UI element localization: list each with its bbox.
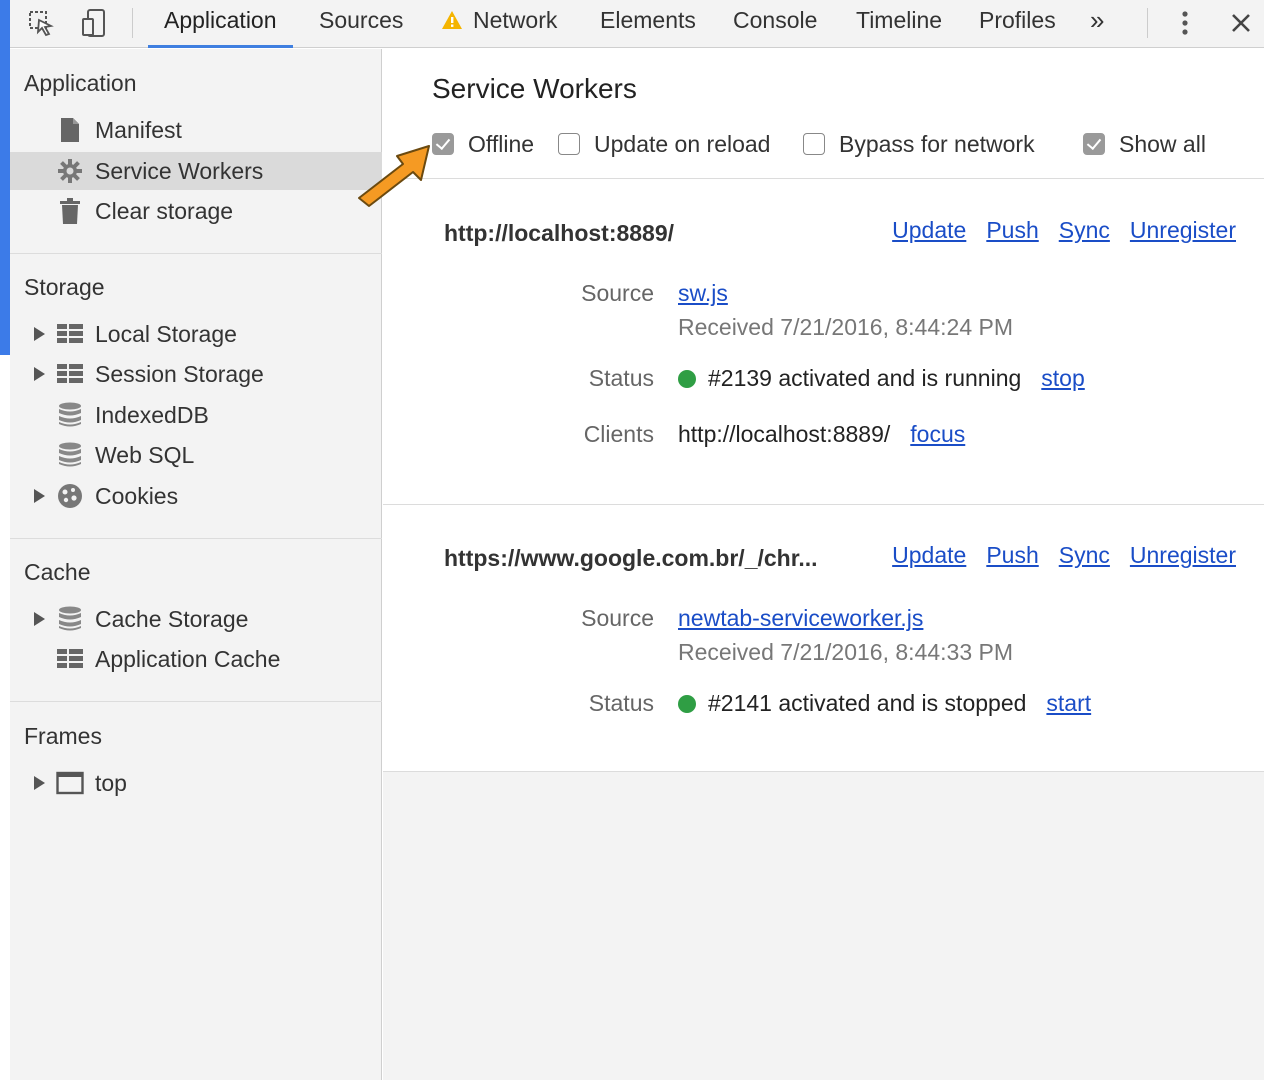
warning-icon <box>442 11 462 29</box>
unregister-link[interactable]: Unregister <box>1130 542 1236 569</box>
status-running-icon <box>678 369 696 388</box>
sidebar-item-local-storage[interactable]: Local Storage <box>10 315 382 353</box>
service-worker-entry: https://www.google.com.br/_/chr... Updat… <box>383 505 1264 771</box>
checkbox-checked[interactable] <box>1083 133 1105 155</box>
expand-arrow-icon[interactable] <box>34 489 45 503</box>
update-link[interactable]: Update <box>892 542 966 569</box>
worker-actions: Update Push Sync Unregister <box>892 542 1236 569</box>
clients-label: Clients <box>583 421 654 447</box>
sidebar-item-top-frame[interactable]: top <box>10 764 382 802</box>
grid-icon <box>56 360 84 388</box>
service-workers-options: Offline Update on reload Bypass for netw… <box>383 129 1264 179</box>
expand-arrow-icon[interactable] <box>34 367 45 381</box>
section-divider <box>10 701 382 702</box>
database-icon <box>56 605 84 633</box>
section-divider <box>10 253 382 254</box>
stop-link[interactable]: stop <box>1041 365 1084 392</box>
window-accent-strip <box>0 0 10 355</box>
checkbox-checked[interactable] <box>432 133 454 155</box>
more-vert-icon[interactable] <box>1168 6 1202 40</box>
expand-arrow-icon[interactable] <box>34 776 45 790</box>
worker-actions: Update Push Sync Unregister <box>892 217 1236 244</box>
sidebar-item-service-workers[interactable]: Service Workers <box>10 152 382 190</box>
cookie-icon <box>56 482 84 510</box>
update-link[interactable]: Update <box>892 217 966 244</box>
offline-checkbox[interactable]: Offline <box>432 129 534 159</box>
database-icon <box>56 401 84 429</box>
sidebar-item-indexeddb[interactable]: IndexedDB <box>10 396 382 434</box>
source-label: Source <box>581 605 654 631</box>
sidebar-item-cache-storage[interactable]: Cache Storage <box>10 600 382 638</box>
focus-link[interactable]: focus <box>910 421 965 448</box>
section-title-application: Application <box>24 70 137 96</box>
checkbox-unchecked[interactable] <box>803 133 825 155</box>
expand-arrow-icon[interactable] <box>34 327 45 341</box>
tab-network[interactable]: Network <box>441 0 557 48</box>
tab-console[interactable]: Console <box>733 0 817 48</box>
checkbox-unchecked[interactable] <box>558 133 580 155</box>
main-panel: Service Workers Offline Update on reload… <box>383 49 1264 1080</box>
start-link[interactable]: start <box>1046 690 1091 717</box>
close-icon[interactable] <box>1224 6 1258 40</box>
toolbar-divider <box>132 8 133 38</box>
page-title: Service Workers <box>432 73 637 104</box>
received-timestamp: Received 7/21/2016, 8:44:24 PM <box>678 314 1014 340</box>
bypass-for-network-checkbox[interactable]: Bypass for network <box>803 129 1035 159</box>
device-icon[interactable] <box>77 6 111 40</box>
devtools-tabbar: Application Sources Network Elements Con… <box>10 0 1264 48</box>
worker-scope: https://www.google.com.br/_/chr... <box>444 545 818 571</box>
status-value: #2139 activated and is running stop <box>678 365 1085 392</box>
trash-icon <box>56 197 84 225</box>
push-link[interactable]: Push <box>986 542 1038 569</box>
tab-profiles[interactable]: Profiles <box>979 0 1056 48</box>
database-icon <box>56 441 84 469</box>
annotation-arrow-icon <box>358 145 430 207</box>
push-link[interactable]: Push <box>986 217 1038 244</box>
status-stopped-icon <box>678 694 696 713</box>
worker-scope: http://localhost:8889/ <box>444 220 675 246</box>
expand-arrow-icon[interactable] <box>34 612 45 626</box>
received-timestamp: Received 7/21/2016, 8:44:33 PM <box>678 639 1014 665</box>
sidebar-item-cookies[interactable]: Cookies <box>10 477 382 515</box>
sidebar-item-web-sql[interactable]: Web SQL <box>10 436 382 474</box>
tab-application[interactable]: Application <box>148 0 293 48</box>
unregister-link[interactable]: Unregister <box>1130 217 1236 244</box>
grid-icon <box>56 645 84 673</box>
update-on-reload-checkbox[interactable]: Update on reload <box>558 129 770 159</box>
section-title-frames: Frames <box>24 723 102 749</box>
clients-value: http://localhost:8889/ focus <box>678 421 966 448</box>
show-all-checkbox[interactable]: Show all <box>1083 129 1206 159</box>
sync-link[interactable]: Sync <box>1059 217 1110 244</box>
grid-icon <box>56 320 84 348</box>
service-worker-entry: http://localhost:8889/ Update Push Sync … <box>383 180 1264 504</box>
sidebar: Application Manifest Service Workers Cle… <box>10 49 382 1080</box>
status-label: Status <box>588 690 654 716</box>
service-workers-pane: Service Workers Offline Update on reload… <box>383 49 1264 772</box>
source-value: newtab-serviceworker.js <box>678 605 923 632</box>
frame-icon <box>56 769 84 797</box>
gear-icon <box>56 157 84 185</box>
source-label: Source <box>581 280 654 306</box>
sidebar-item-clear-storage[interactable]: Clear storage <box>10 192 382 230</box>
sidebar-item-application-cache[interactable]: Application Cache <box>10 640 382 678</box>
section-title-cache: Cache <box>24 559 91 585</box>
sidebar-item-session-storage[interactable]: Session Storage <box>10 355 382 393</box>
tab-elements[interactable]: Elements <box>600 0 696 48</box>
sync-link[interactable]: Sync <box>1059 542 1110 569</box>
tab-sources[interactable]: Sources <box>319 0 403 48</box>
inspect-icon[interactable] <box>24 6 58 40</box>
toolbar-divider <box>1147 8 1148 38</box>
sidebar-item-manifest[interactable]: Manifest <box>10 111 382 149</box>
source-link[interactable]: newtab-serviceworker.js <box>678 605 923 632</box>
section-title-storage: Storage <box>24 274 105 300</box>
status-label: Status <box>588 365 654 391</box>
source-link[interactable]: sw.js <box>678 280 728 307</box>
document-icon <box>56 116 84 144</box>
tab-timeline[interactable]: Timeline <box>856 0 942 48</box>
section-divider <box>10 538 382 539</box>
tabs-overflow-button[interactable]: » <box>1090 0 1104 48</box>
status-value: #2141 activated and is stopped start <box>678 690 1091 717</box>
source-value: sw.js <box>678 280 728 307</box>
